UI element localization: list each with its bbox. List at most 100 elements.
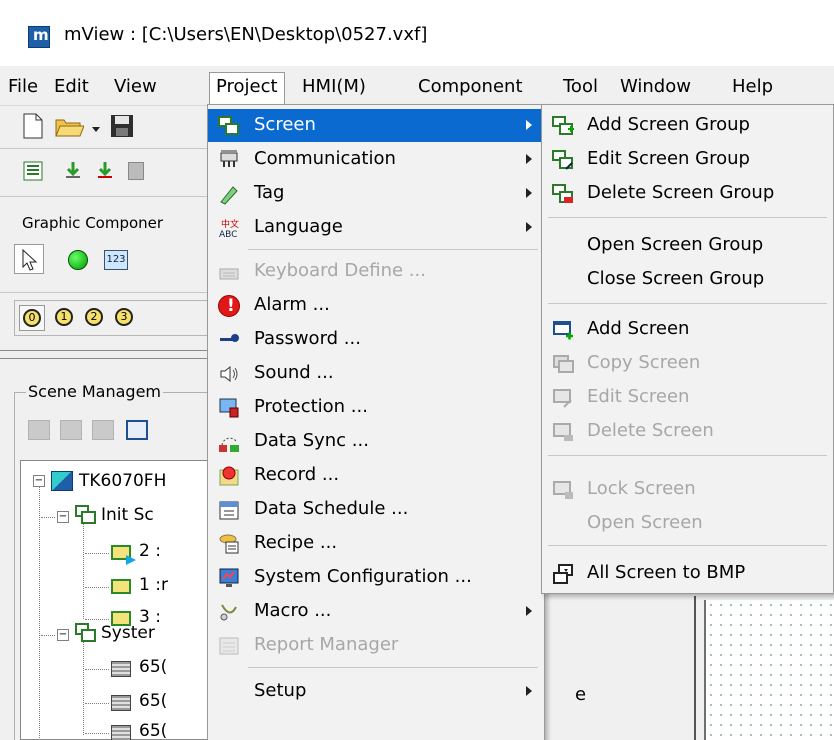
menu-window[interactable]: Window (614, 74, 697, 99)
menu-item-record[interactable]: Record ... (208, 459, 544, 492)
tree-group-system-label[interactable]: Syster (101, 623, 155, 643)
tree-line (41, 517, 55, 518)
menu-item-add-screen-group[interactable]: Add Screen Group (542, 109, 833, 142)
tree-item-label[interactable]: 65( (139, 721, 167, 740)
tree-item-label[interactable]: 1 :r (139, 575, 168, 595)
panel-divider (0, 358, 210, 359)
menu-tool[interactable]: Tool (557, 74, 604, 99)
open-file-icon[interactable] (54, 114, 85, 145)
toolbar-divider (0, 148, 210, 149)
tree-item-label[interactable]: 2 : (139, 541, 161, 561)
submenu-arrow-icon (526, 120, 532, 130)
menu-separator (548, 545, 827, 546)
add-group-icon[interactable] (28, 420, 50, 440)
menu-project[interactable]: Project (209, 72, 285, 105)
compile-icon[interactable] (128, 162, 144, 180)
screen-submenu: Add Screen Group Edit Screen Group Delet… (541, 104, 834, 594)
digit-1-button[interactable]: 1 (55, 308, 73, 326)
tag-icon (218, 183, 240, 205)
upload-icon[interactable] (94, 160, 116, 187)
list-tool-icon[interactable] (22, 160, 44, 187)
panel-divider (0, 350, 210, 351)
chevron-down-icon[interactable] (92, 120, 102, 140)
window-title: mView : [C:\Users\EN\Desktop\0527.vxf] (64, 24, 428, 45)
screen-group-icon (218, 115, 240, 137)
app-logo-icon (28, 26, 50, 48)
password-key-icon (218, 329, 240, 351)
tree-root-label[interactable]: TK6070FH (79, 471, 166, 491)
tree-item-label[interactable]: 65( (139, 657, 167, 677)
tree-line (85, 669, 109, 670)
delete-group-icon[interactable] (92, 420, 114, 440)
tree-collapse-toggle[interactable]: − (57, 511, 69, 523)
lamp-tool-icon[interactable] (68, 250, 88, 270)
menu-help[interactable]: Help (726, 74, 779, 99)
menu-item-delete-screen-group[interactable]: Delete Screen Group (542, 177, 833, 210)
tree-collapse-toggle[interactable]: − (33, 475, 45, 487)
system-screen-icon (111, 725, 131, 740)
data-schedule-icon (218, 499, 240, 521)
menu-item-open-screen-group[interactable]: Open Screen Group (542, 229, 833, 262)
panel-divider (694, 596, 696, 740)
toolbar-divider (0, 292, 210, 293)
tree-group-init-label[interactable]: Init Sc (101, 505, 154, 525)
menu-item-edit-screen-group[interactable]: Edit Screen Group (542, 143, 833, 176)
tree-collapse-toggle[interactable]: − (57, 629, 69, 641)
menu-item-tag[interactable]: Tag (208, 177, 544, 210)
macro-icon (218, 601, 240, 623)
design-canvas[interactable] (704, 600, 834, 740)
menu-separator (248, 249, 538, 250)
menu-item-sound[interactable]: Sound ... (208, 357, 544, 390)
menu-item-add-screen[interactable]: Add Screen (542, 313, 833, 346)
new-file-icon[interactable] (20, 112, 46, 145)
tree-line (83, 519, 84, 619)
menu-item-language[interactable]: 中文 ABC Language (208, 211, 544, 244)
menu-item-setup[interactable]: Setup (208, 675, 544, 708)
menu-item-protection[interactable]: Protection ... (208, 391, 544, 424)
screen-group-icon (75, 505, 96, 524)
system-screen-icon (111, 661, 131, 677)
digit-0-button[interactable]: 0 (19, 305, 45, 331)
tree-line (83, 635, 84, 735)
hmi-device-icon (51, 471, 73, 491)
system-configuration-icon (218, 567, 240, 589)
menu-view[interactable]: View (108, 74, 163, 99)
record-icon (218, 465, 240, 487)
download-icon[interactable] (62, 160, 84, 187)
digit-2-button[interactable]: 2 (85, 308, 103, 326)
menu-item-system-configuration[interactable]: System Configuration ... (208, 561, 544, 594)
menu-edit[interactable]: Edit (48, 74, 95, 99)
menu-item-alarm[interactable]: Alarm ... (208, 289, 544, 322)
edit-screen-icon (552, 387, 574, 409)
menu-item-communication[interactable]: Communication (208, 143, 544, 176)
menu-file[interactable]: File (2, 74, 44, 99)
menu-item-data-schedule[interactable]: Data Schedule ... (208, 493, 544, 526)
delete-screen-icon (552, 421, 574, 443)
tree-item-label[interactable]: 65( (139, 691, 167, 711)
menu-hmi[interactable]: HMI(M) (296, 74, 372, 99)
pointer-tool-button[interactable] (14, 244, 44, 274)
menu-component[interactable]: Component (412, 74, 529, 99)
numeric-display-tool-icon[interactable]: 123 (104, 250, 128, 270)
edit-group-icon[interactable] (60, 420, 82, 440)
menu-item-macro[interactable]: Macro ... (208, 595, 544, 628)
language-icon: 中文 ABC (218, 217, 240, 240)
menu-item-recipe[interactable]: Recipe ... (208, 527, 544, 560)
menu-item-lock-screen: Lock Screen (542, 473, 833, 506)
menu-item-all-screen-to-bmp[interactable]: All Screen to BMP (542, 557, 833, 590)
recipe-icon (218, 533, 240, 555)
background-text: e (575, 684, 587, 705)
menu-item-password[interactable]: Password ... (208, 323, 544, 356)
screen-group-icon (75, 623, 96, 642)
digit-3-button[interactable]: 3 (115, 308, 133, 326)
keyboard-icon (218, 261, 240, 283)
menu-item-close-screen-group[interactable]: Close Screen Group (542, 263, 833, 296)
add-screen-tool-icon[interactable] (126, 420, 148, 440)
copy-screen-icon (552, 353, 574, 375)
menu-item-screen[interactable]: Screen (208, 109, 544, 142)
tree-line (85, 619, 109, 620)
tree-line (85, 703, 109, 704)
save-icon[interactable] (110, 114, 134, 143)
alarm-icon (218, 295, 240, 317)
menu-item-data-sync[interactable]: Data Sync ... (208, 425, 544, 458)
